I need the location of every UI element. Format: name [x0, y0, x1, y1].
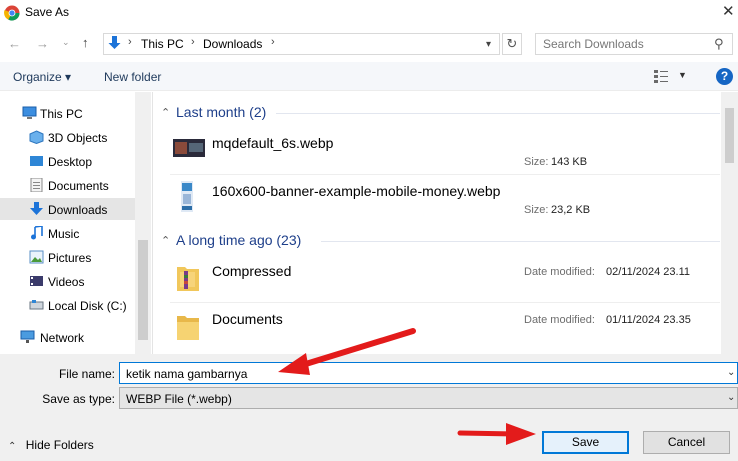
- group-header-long-time-ago[interactable]: A long time ago (23): [176, 232, 301, 248]
- zip-folder-icon: [177, 267, 199, 291]
- desktop-icon: [30, 156, 43, 166]
- network-icon: [20, 330, 35, 343]
- banner-thumbnail-icon: [181, 181, 193, 212]
- hide-folders-button[interactable]: ⌃ Hide Folders: [8, 438, 94, 452]
- view-options-icon[interactable]: [654, 70, 668, 83]
- address-bar[interactable]: › This PC › Downloads ›: [103, 33, 500, 55]
- date-modified: 02/11/2024 23.11: [606, 266, 691, 278]
- file-name: 160x600-banner-example-mobile-money.webp: [212, 183, 501, 199]
- file-name-label: File name:: [58, 367, 115, 381]
- documents-icon: [30, 178, 43, 192]
- file-name-field[interactable]: ketik nama gambarnya: [119, 362, 738, 384]
- sidebar-item-3d-objects[interactable]: 3D Objects: [0, 126, 135, 148]
- chevron-down-icon[interactable]: ⌄: [727, 367, 735, 378]
- sidebar-item-downloads[interactable]: Downloads: [0, 198, 135, 220]
- save-as-type-label: Save as type:: [42, 392, 115, 406]
- date-modified: 01/11/2024 23.35: [606, 314, 691, 326]
- sidebar-item-videos[interactable]: Videos: [0, 270, 135, 292]
- hide-folders-label: Hide Folders: [25, 438, 94, 452]
- sidebar-item-local-disk[interactable]: Local Disk (C:): [0, 294, 135, 316]
- file-size: 23,2 KB: [551, 204, 591, 216]
- chevron-down-icon[interactable]: ⌄: [727, 392, 735, 403]
- pc-icon: [22, 106, 37, 119]
- breadcrumb-chevron-icon: ›: [128, 36, 132, 48]
- file-size-label: Size:: [524, 204, 549, 216]
- forward-arrow-icon[interactable]: →: [36, 36, 49, 51]
- collapse-chevron-icon[interactable]: ⌃: [161, 234, 170, 247]
- save-as-type-select[interactable]: WEBP File (*.webp): [119, 387, 738, 409]
- chrome-icon: [4, 5, 20, 21]
- file-list-scrollbar-thumb[interactable]: [725, 108, 734, 163]
- sidebar-item-pictures[interactable]: Pictures: [0, 246, 135, 268]
- video-thumbnail-icon: [173, 139, 205, 157]
- group-divider: [276, 113, 720, 114]
- downloads-icon: [108, 36, 121, 49]
- save-button[interactable]: Save: [542, 431, 629, 454]
- 3d-objects-icon: [29, 130, 44, 144]
- file-size-label: Size:: [524, 156, 549, 168]
- view-dropdown-icon[interactable]: ▼: [678, 70, 687, 80]
- breadcrumb-this-pc[interactable]: This PC: [141, 37, 184, 51]
- breadcrumb-chevron-icon: ›: [271, 36, 275, 48]
- date-modified-label: Date modified:: [524, 314, 595, 326]
- folder-icon: [177, 316, 199, 340]
- row-divider: [170, 174, 720, 175]
- refresh-icon[interactable]: ↻: [502, 33, 522, 55]
- title-bar: Save As ✕: [0, 0, 738, 26]
- file-name: Compressed: [212, 263, 292, 279]
- back-arrow-icon[interactable]: ←: [8, 36, 21, 51]
- music-icon: [31, 226, 43, 240]
- group-header-last-month[interactable]: Last month (2): [176, 104, 266, 120]
- file-name: mqdefault_6s.webp: [212, 135, 334, 151]
- address-dropdown-icon[interactable]: ▾: [486, 39, 491, 50]
- cancel-button[interactable]: Cancel: [643, 431, 730, 454]
- downloads-icon: [30, 202, 43, 215]
- sidebar-item-documents[interactable]: Documents: [0, 174, 135, 196]
- breadcrumb-chevron-icon: ›: [191, 36, 195, 48]
- collapse-chevron-icon[interactable]: ⌃: [161, 106, 170, 119]
- up-arrow-icon[interactable]: ↑: [82, 35, 89, 50]
- file-size: 143 KB: [551, 156, 588, 168]
- search-icon[interactable]: ⚲: [714, 36, 724, 52]
- local-disk-icon: [29, 300, 44, 310]
- chevron-up-icon: ⌃: [8, 441, 17, 452]
- sidebar-item-network[interactable]: Network: [0, 326, 135, 348]
- sidebar-item-this-pc[interactable]: This PC: [0, 102, 135, 124]
- row-divider: [170, 302, 720, 303]
- videos-icon: [30, 276, 43, 286]
- sidebar-item-desktop[interactable]: Desktop: [0, 150, 135, 172]
- breadcrumb-downloads[interactable]: Downloads: [203, 37, 262, 51]
- pictures-icon: [29, 250, 44, 264]
- organize-menu-button[interactable]: Organize ▾: [13, 70, 71, 84]
- recent-locations-chevron-icon[interactable]: ⌄: [62, 37, 70, 48]
- search-input[interactable]: Search Downloads: [535, 33, 733, 55]
- new-folder-button[interactable]: New folder: [104, 70, 161, 84]
- sidebar-scrollbar-thumb[interactable]: [138, 240, 148, 340]
- sidebar-item-music[interactable]: Music: [0, 222, 135, 244]
- command-bar: Organize ▾ New folder ▼: [0, 62, 738, 91]
- window-title: Save As: [25, 5, 70, 19]
- group-divider: [321, 241, 720, 242]
- close-icon[interactable]: ✕: [722, 2, 735, 20]
- file-name: Documents: [212, 311, 283, 327]
- help-icon[interactable]: ?: [716, 68, 733, 85]
- date-modified-label: Date modified:: [524, 266, 595, 278]
